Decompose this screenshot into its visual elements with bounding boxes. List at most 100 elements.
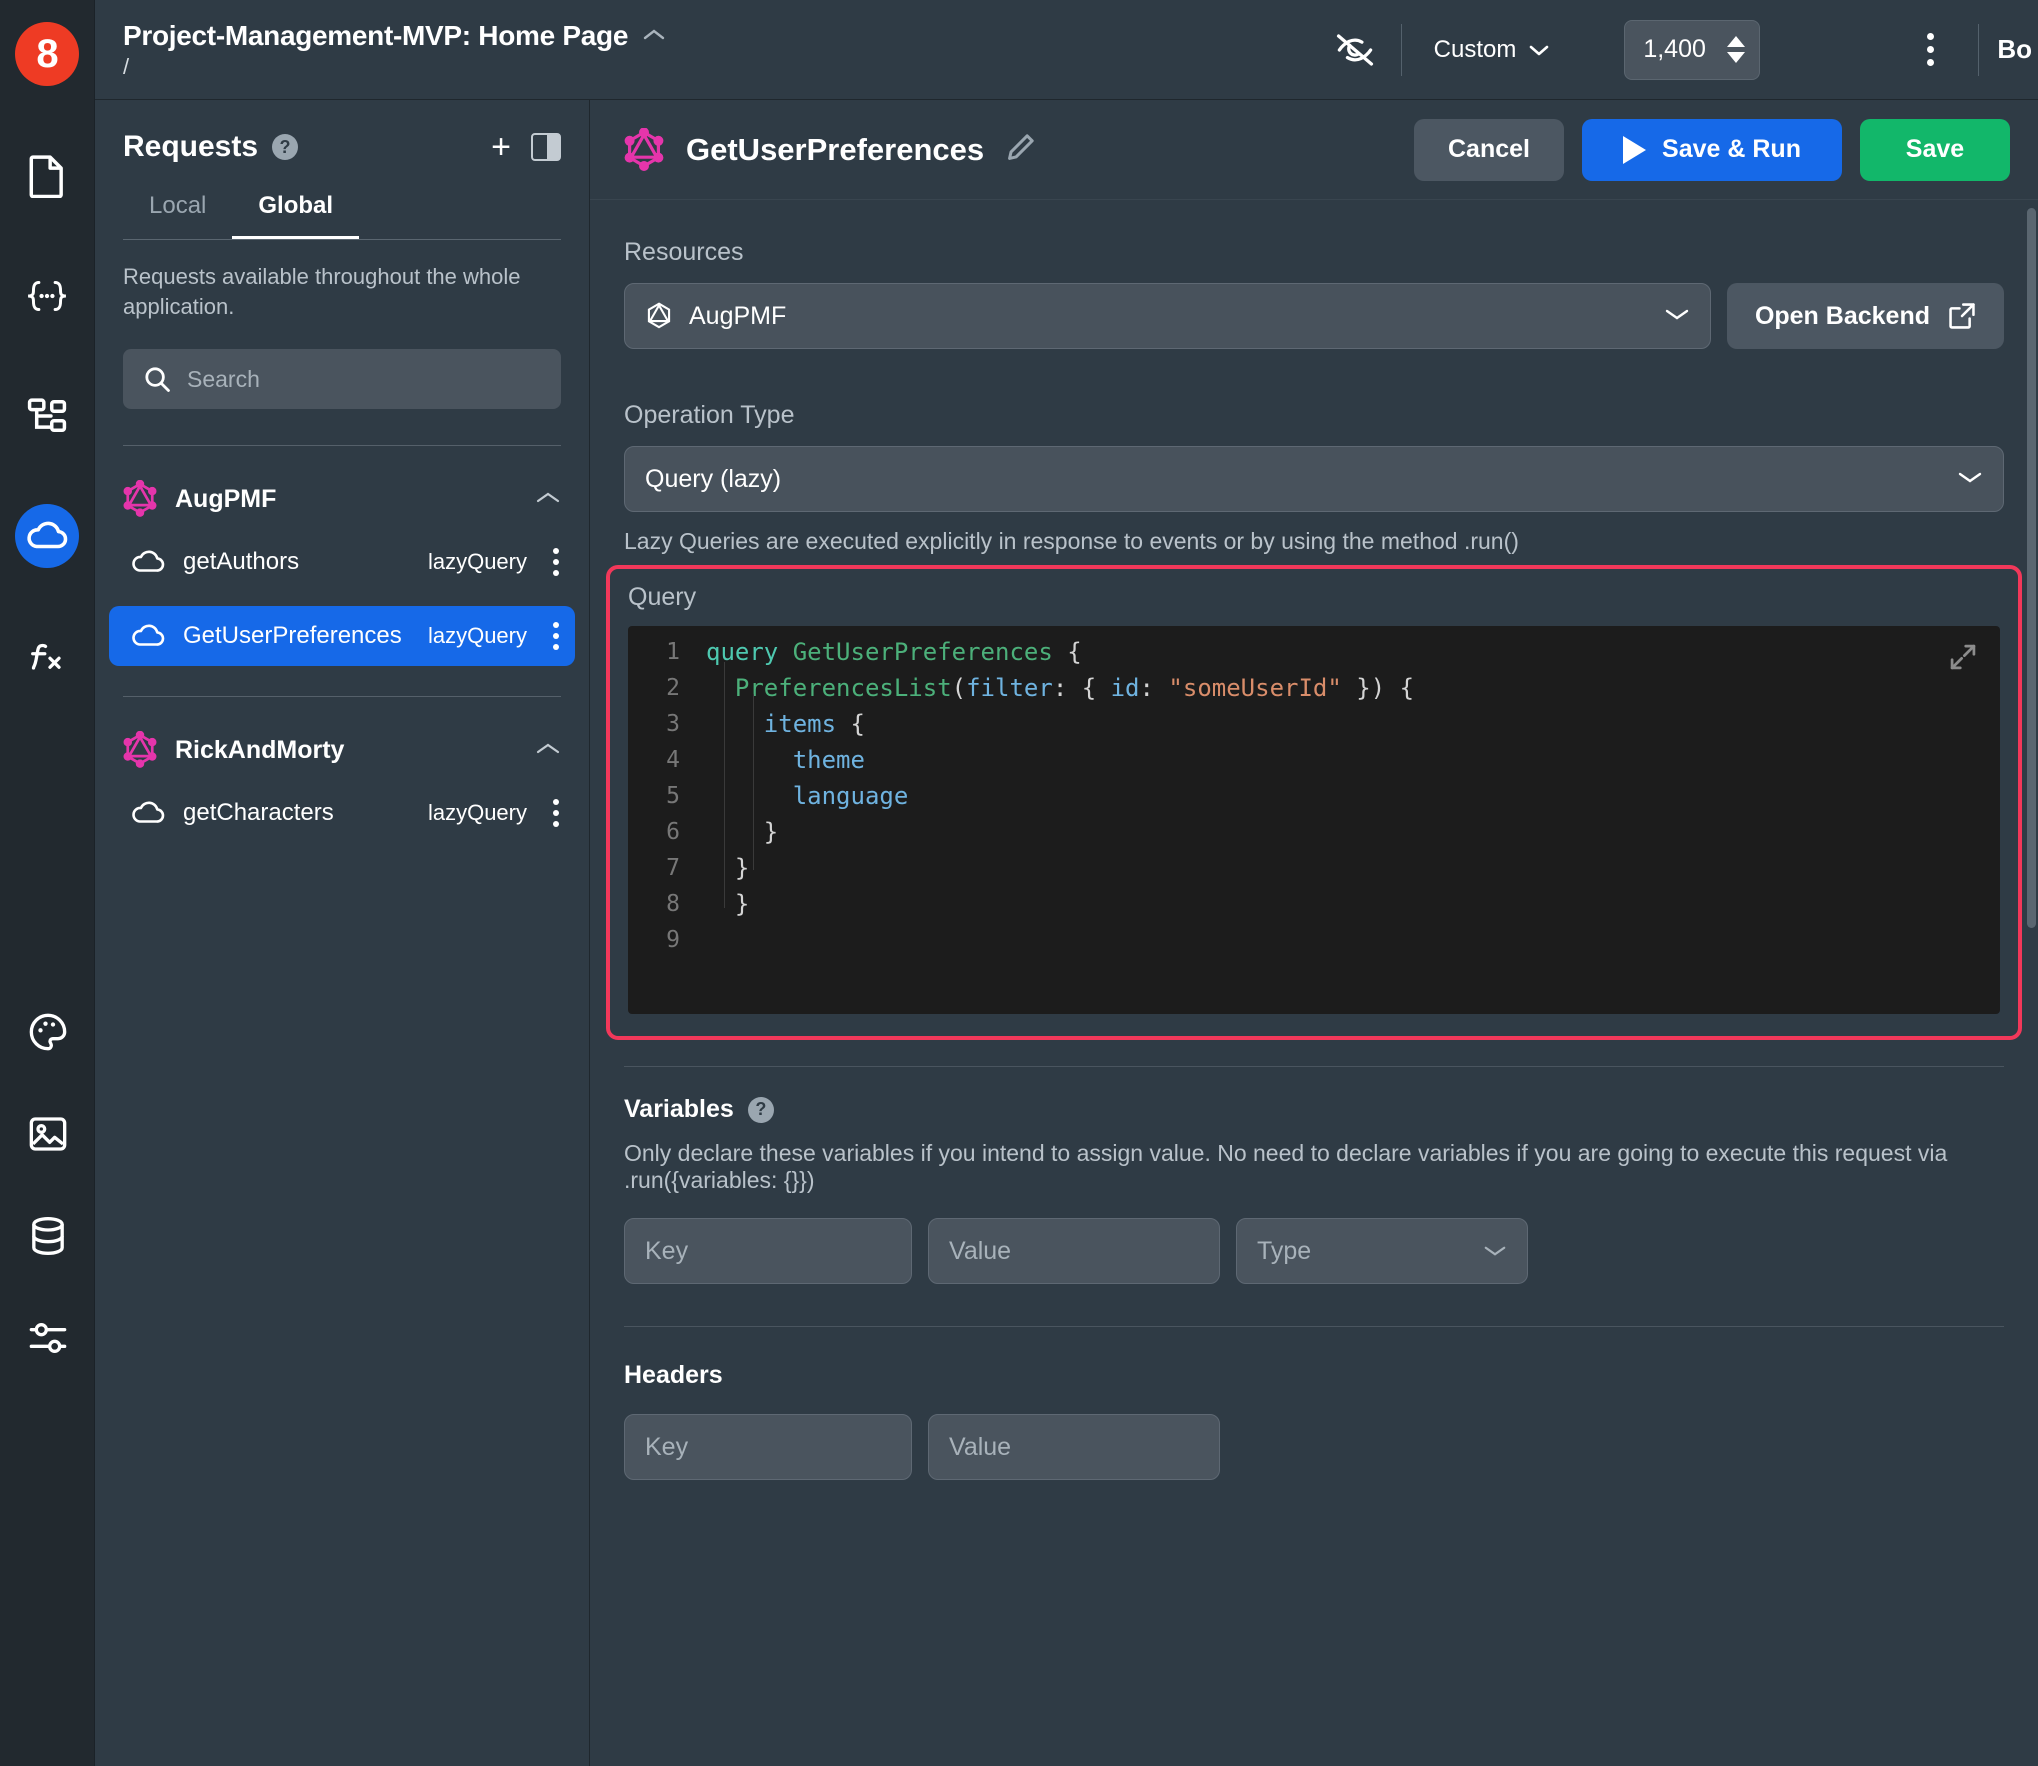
- request-item-getuserpreferences[interactable]: GetUserPreferences lazyQuery: [109, 606, 575, 667]
- database-icon[interactable]: [16, 1204, 80, 1268]
- top-bar: Project-Management-MVP: Home Page / Cust…: [95, 0, 2038, 100]
- save-and-run-button[interactable]: Save & Run: [1582, 118, 1842, 181]
- cloud-icon: [131, 624, 165, 648]
- code-text: query GetUserPreferences {: [706, 638, 1082, 666]
- kebab-dot: [553, 810, 559, 817]
- request-group-header[interactable]: RickAndMorty: [95, 731, 589, 769]
- variables-key-field[interactable]: [624, 1218, 912, 1284]
- cancel-button[interactable]: Cancel: [1414, 118, 1564, 181]
- cloud-icon: [131, 550, 165, 574]
- request-item-menu-icon[interactable]: [553, 548, 559, 577]
- components-tree-icon[interactable]: [15, 384, 79, 448]
- requests-panel-header: Requests ? +: [95, 130, 589, 164]
- panel-layout-toggle-icon[interactable]: [531, 133, 561, 161]
- eye-off-icon[interactable]: [1327, 22, 1383, 78]
- variables-value-field[interactable]: [928, 1218, 1220, 1284]
- help-icon[interactable]: ?: [272, 134, 299, 160]
- code-line: 2 PreferencesList(filter: { id: "someUse…: [628, 670, 2000, 706]
- request-group-header[interactable]: AugPMF: [95, 480, 589, 518]
- requests-panel-actions: +: [491, 130, 561, 164]
- chevron-up-icon[interactable]: [535, 488, 561, 511]
- kebab-dot: [1926, 46, 1934, 53]
- pencil-icon[interactable]: [1006, 132, 1036, 167]
- state-icon[interactable]: [15, 264, 79, 328]
- request-item-getcharacters[interactable]: getCharacters lazyQuery: [109, 783, 575, 843]
- resources-row: AugPMF Open Backend: [624, 283, 2004, 349]
- variables-value-input[interactable]: [949, 1236, 1199, 1266]
- open-backend-button[interactable]: Open Backend: [1726, 283, 2004, 349]
- resources-label: Resources: [624, 238, 744, 266]
- pages-icon[interactable]: [15, 144, 79, 208]
- requests-cloud-icon[interactable]: [15, 504, 79, 568]
- viewport-preset-select[interactable]: Custom: [1420, 36, 1565, 64]
- save-button[interactable]: Save: [1860, 118, 2010, 181]
- line-number: 3: [666, 711, 680, 737]
- page-title-row[interactable]: Project-Management-MVP: Home Page: [123, 20, 666, 52]
- chevron-down-icon[interactable]: [1957, 468, 1983, 491]
- settings-sliders-icon[interactable]: [16, 1306, 80, 1370]
- viewport-preset-label: Custom: [1433, 35, 1517, 63]
- query-code-editor[interactable]: 1 query GetUserPreferences {2 Preferences…: [628, 626, 2000, 1014]
- theme-palette-icon[interactable]: [16, 1000, 80, 1064]
- stepper-down-icon[interactable]: [1727, 52, 1746, 63]
- search-field[interactable]: [123, 349, 561, 410]
- main-column: Project-Management-MVP: Home Page / Cust…: [95, 0, 2038, 1766]
- body-row: Requests ? + Local Global Requests avail…: [95, 100, 2038, 1766]
- code-line: 4 theme: [628, 742, 2000, 778]
- cloud-icon: [131, 801, 165, 825]
- query-code-body: 1 query GetUserPreferences {2 Preferences…: [628, 626, 2000, 958]
- app-logo[interactable]: 8: [15, 22, 79, 86]
- line-number: 4: [666, 747, 680, 773]
- request-item-menu-icon[interactable]: [553, 622, 559, 651]
- requests-panel-description: Requests available throughout the whole …: [123, 264, 521, 319]
- code-text: }: [706, 854, 750, 882]
- chevron-up-icon[interactable]: [642, 26, 666, 46]
- variables-type-placeholder: Type: [1257, 1236, 1312, 1265]
- request-item-name: getCharacters: [183, 799, 334, 827]
- tab-global[interactable]: Global: [232, 192, 360, 239]
- code-text: items {: [763, 710, 865, 738]
- request-item-getauthors[interactable]: getAuthors lazyQuery: [109, 532, 575, 592]
- line-number: 8: [666, 891, 680, 917]
- headers-value-field[interactable]: [928, 1414, 1220, 1480]
- external-link-icon: [1949, 303, 1975, 329]
- assets-image-icon[interactable]: [16, 1102, 80, 1166]
- more-vertical-icon[interactable]: [1900, 33, 1960, 66]
- stepper-up-icon[interactable]: [1727, 36, 1746, 47]
- code-text: }: [706, 818, 779, 846]
- operation-type-select[interactable]: Query (lazy): [624, 446, 2004, 512]
- request-item-menu-icon[interactable]: [553, 799, 559, 828]
- request-item-type: lazyQuery: [427, 549, 527, 575]
- chevron-up-icon[interactable]: [535, 739, 561, 762]
- indent-guide: [753, 694, 754, 870]
- headers-key-input[interactable]: [645, 1432, 891, 1462]
- kebab-dot: [553, 548, 559, 555]
- expand-diagonal-icon[interactable]: [1948, 642, 1978, 676]
- chevron-down-icon[interactable]: [1664, 305, 1690, 328]
- resource-select[interactable]: AugPMF: [624, 283, 1711, 349]
- detail-scrollbar[interactable]: [2027, 208, 2036, 928]
- kebab-dot: [553, 622, 559, 629]
- resource-select-value: AugPMF: [689, 301, 787, 330]
- app-root: 8 Project-Management-MVP: Home Page / Cu…: [0, 0, 2038, 1766]
- add-request-button[interactable]: +: [491, 130, 511, 164]
- operation-type-helper: Lazy Queries are executed explicitly in …: [624, 528, 1519, 554]
- kebab-dot: [553, 570, 559, 577]
- viewport-width-stepper[interactable]: 1,400: [1624, 19, 1761, 80]
- variables-type-select[interactable]: Type: [1236, 1218, 1528, 1284]
- functions-fx-icon[interactable]: [15, 624, 79, 688]
- toolbar-divider: [1400, 23, 1402, 76]
- request-group-name: AugPMF: [175, 484, 277, 513]
- tab-local[interactable]: Local: [123, 192, 232, 239]
- edge-cut-label[interactable]: Bo: [1997, 34, 2038, 65]
- line-number: 5: [666, 783, 680, 809]
- search-input[interactable]: [187, 365, 541, 393]
- stepper-arrows[interactable]: [1727, 36, 1746, 63]
- help-icon[interactable]: ?: [747, 1096, 774, 1123]
- breadcrumb: Project-Management-MVP: Home Page /: [95, 20, 666, 80]
- group-divider: [123, 696, 561, 698]
- headers-key-field[interactable]: [624, 1414, 912, 1480]
- request-detail-actions: Cancel Save & Run Save: [1414, 118, 2010, 181]
- variables-key-input[interactable]: [645, 1236, 891, 1266]
- headers-value-input[interactable]: [949, 1432, 1199, 1462]
